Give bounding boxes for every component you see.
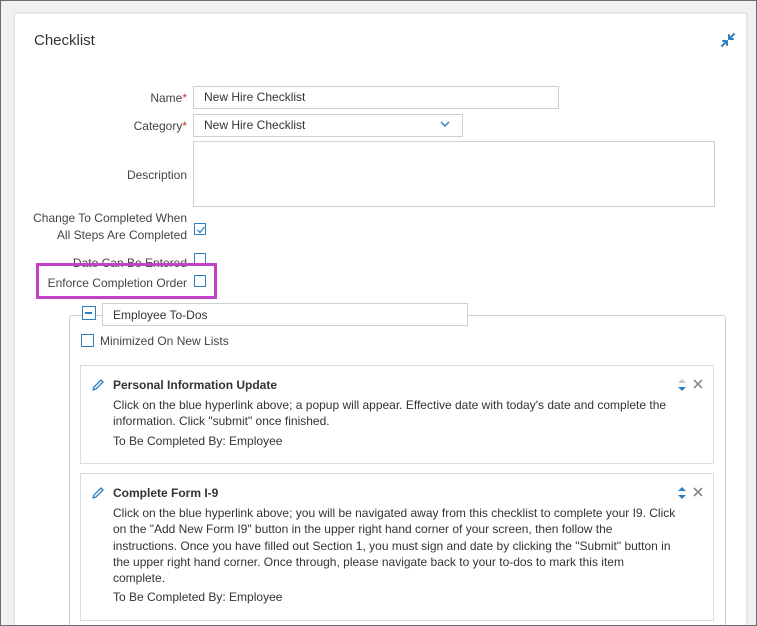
group-collapse-toggle[interactable]: [82, 306, 96, 320]
close-icon[interactable]: [692, 486, 704, 498]
change-completed-label: Change To Completed When All Steps Are C…: [33, 211, 187, 242]
description-textarea[interactable]: [193, 141, 715, 207]
minus-icon: [85, 312, 92, 314]
sort-arrows-icon[interactable]: [677, 484, 687, 502]
task-card: Personal Information Update Click on the…: [80, 365, 714, 464]
sort-arrows-icon[interactable]: [677, 376, 687, 394]
group-name-input[interactable]: Employee To-Dos: [102, 303, 468, 326]
collapse-arrows-icon[interactable]: [719, 31, 737, 49]
highlight-box: [36, 263, 217, 299]
close-icon[interactable]: [692, 378, 704, 390]
change-completed-checkbox[interactable]: [194, 223, 206, 235]
task-title: Complete Form I-9: [113, 486, 219, 500]
task-completed-by: To Be Completed By: Employee: [113, 434, 283, 448]
task-completed-by: To Be Completed By: Employee: [113, 590, 283, 604]
pencil-icon[interactable]: [91, 486, 105, 500]
name-label: Name*: [150, 91, 187, 105]
checklist-panel: Checklist Name* New Hire Checklist Categ…: [14, 13, 747, 625]
task-title: Personal Information Update: [113, 378, 278, 392]
panel-title: Checklist: [34, 32, 95, 49]
chevron-down-icon: [440, 121, 450, 128]
task-description: Click on the blue hyperlink above; you w…: [113, 506, 676, 586]
checkmark-icon: [197, 226, 206, 234]
minimized-checkbox[interactable]: [81, 334, 94, 347]
name-input[interactable]: New Hire Checklist: [193, 86, 559, 109]
category-select[interactable]: New Hire Checklist: [193, 114, 463, 137]
task-card: Complete Form I-9 Click on the blue hype…: [80, 473, 714, 621]
description-label: Description: [126, 168, 187, 182]
task-description: Click on the blue hyperlink above; a pop…: [113, 398, 667, 429]
pencil-icon[interactable]: [91, 378, 105, 392]
category-label: Category*: [133, 119, 187, 133]
app-frame: Checklist Name* New Hire Checklist Categ…: [0, 0, 757, 626]
minimized-label: Minimized On New Lists: [100, 334, 229, 348]
